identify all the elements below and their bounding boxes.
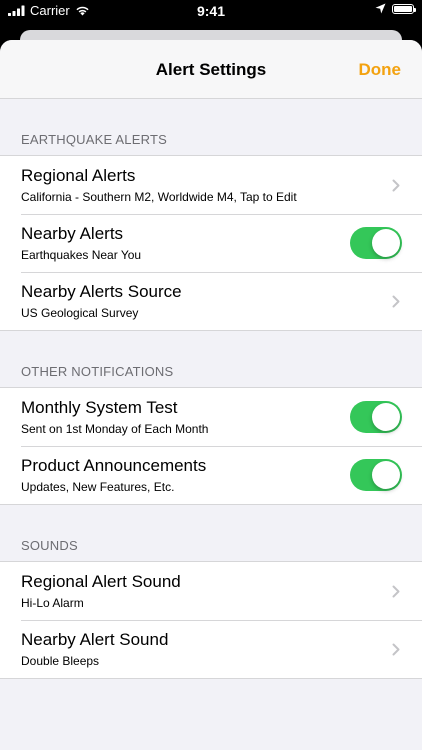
section-header-earthquake: EARTHQUAKE ALERTS [21,132,167,147]
location-arrow-icon [375,3,386,14]
monthly-system-test-toggle[interactable] [350,401,402,433]
product-announcements-row: Product Announcements Updates, New Featu… [0,446,422,504]
nearby-alerts-toggle[interactable] [350,227,402,259]
regional-alerts-row[interactable]: Regional Alerts California - Southern M2… [0,156,422,214]
row-subtitle: Sent on 1st Monday of Each Month [21,422,209,436]
row-title: Nearby Alerts [21,224,124,243]
row-title: Nearby Alert Sound [21,630,169,649]
row-title: Regional Alerts [21,166,136,185]
nearby-alert-sound-row[interactable]: Nearby Alert Sound Double Bleeps [0,620,422,678]
row-title: Product Announcements [21,456,207,475]
chevron-right-icon [390,294,402,308]
chevron-right-icon [390,178,402,192]
chevron-right-icon [390,584,402,598]
product-announcements-toggle[interactable] [350,459,402,491]
navigation-bar: Alert Settings Done [0,40,422,99]
done-button[interactable]: Done [359,60,402,80]
monthly-system-test-row: Monthly System Test Sent on 1st Monday o… [0,388,422,446]
status-bar: Carrier 9:41 [0,0,422,22]
nearby-alerts-source-row[interactable]: Nearby Alerts Source US Geological Surve… [0,272,422,330]
alert-settings-sheet: Alert Settings Done EARTHQUAKE ALERTS Re… [0,40,422,750]
other-notifications-group: Monthly System Test Sent on 1st Monday o… [0,387,422,505]
chevron-right-icon [390,642,402,656]
section-header-sounds: SOUNDS [21,538,78,553]
row-title: Regional Alert Sound [21,572,181,591]
earthquake-alerts-group: Regional Alerts California - Southern M2… [0,155,422,331]
status-right [375,3,416,14]
nearby-alerts-row: Nearby Alerts Earthquakes Near You [0,214,422,272]
row-subtitle: Earthquakes Near You [21,248,142,262]
row-subtitle: US Geological Survey [21,306,139,320]
regional-alert-sound-row[interactable]: Regional Alert Sound Hi-Lo Alarm [0,562,422,620]
row-subtitle: Updates, New Features, Etc. [21,480,175,494]
sounds-group: Regional Alert Sound Hi-Lo Alarm Nearby … [0,561,422,679]
row-title: Monthly System Test [21,398,178,417]
row-subtitle: Hi-Lo Alarm [21,596,84,610]
row-subtitle: Double Bleeps [21,654,100,668]
row-subtitle: California - Southern M2, Worldwide M4, … [21,190,297,204]
status-time: 9:41 [196,3,226,19]
battery-icon [392,3,416,14]
row-title: Nearby Alerts Source [21,282,182,301]
section-header-other: OTHER NOTIFICATIONS [21,364,174,379]
